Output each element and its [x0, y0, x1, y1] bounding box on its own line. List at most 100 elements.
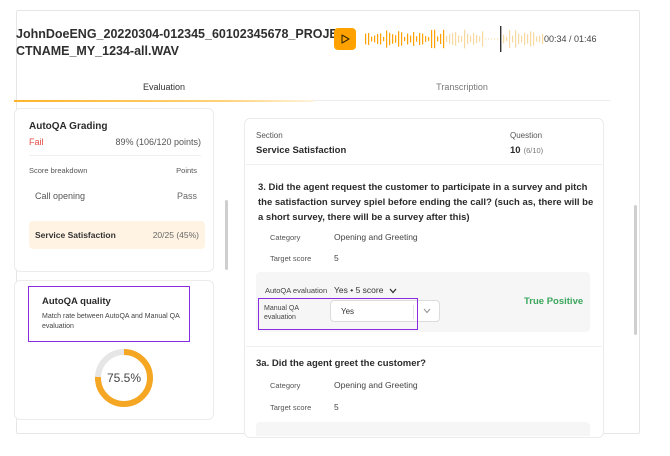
waveform-bar: [521, 35, 523, 43]
waveform-bar: [395, 35, 397, 43]
waveform-bar: [515, 30, 517, 48]
waveform-bar: [503, 34, 505, 44]
divider: [246, 164, 602, 165]
question-text: 3. Did the agent request the customer to…: [258, 182, 594, 223]
waveform-bar: [470, 35, 472, 43]
waveform-bar: [416, 36, 418, 42]
autoqa-grading-card: AutoQA Grading Fail 89% (106/120 points)…: [14, 108, 214, 272]
score-breakdown-label: Score breakdown: [29, 166, 88, 175]
tab-bar: Evaluation Transcription: [14, 73, 610, 102]
waveform-bar: [467, 33, 469, 44]
waveform-bar: [404, 36, 406, 42]
divider: [246, 346, 602, 347]
waveform-bar: [434, 29, 436, 49]
question-text-3a: 3a. Did the agent greet the customer?: [256, 358, 426, 369]
match-result: True Positive: [524, 296, 584, 307]
playhead[interactable]: [500, 26, 502, 52]
service-satisfaction-score: 20/25 (45%): [152, 230, 199, 240]
waveform-bar: [377, 34, 379, 45]
tab-evaluation[interactable]: Evaluation: [14, 73, 314, 101]
grading-title: AutoQA Grading: [29, 121, 108, 132]
target-score-value: 5: [334, 253, 339, 263]
waveform-bar: [440, 33, 442, 44]
waveform-bar: [407, 33, 409, 45]
chevron-down-icon: [423, 308, 431, 314]
audio-filename: JohnDoeENG_20220304-012345_60102345678_P…: [16, 27, 338, 58]
waveform-bar: [374, 35, 376, 43]
waveform-bar: [485, 38, 487, 40]
right-scrollbar[interactable]: [634, 205, 637, 335]
waveform-bar: [539, 35, 541, 43]
quality-percentage: 75.5%: [106, 371, 142, 385]
category-value: Opening and Greeting: [334, 232, 418, 242]
target-score-label: Target score: [270, 254, 312, 263]
waveform-bar: [533, 32, 535, 46]
waveform-bar: [383, 36, 385, 42]
autoqa-evaluation-label: AutoQA evaluation: [265, 286, 328, 295]
waveform-bar: [419, 33, 421, 45]
left-scrollbar[interactable]: [225, 200, 228, 270]
waveform-bar: [365, 33, 367, 45]
waveform-bar: [458, 35, 460, 43]
category-label: Category: [270, 233, 301, 242]
quality-title: AutoQA quality: [42, 296, 111, 307]
waveform-bar: [446, 36, 448, 42]
play-button[interactable]: [334, 28, 356, 50]
question-number-value: 10: [510, 145, 521, 156]
question-label: Question: [510, 131, 543, 140]
waveform-bar: [512, 35, 514, 43]
waveform-bar: [530, 31, 532, 47]
waveform-bar: [527, 34, 529, 44]
call-opening-score: Pass: [176, 191, 197, 201]
audio-waveform[interactable]: [364, 26, 544, 52]
waveform-bar: [476, 34, 478, 44]
category-label: Category: [270, 381, 301, 390]
waveform-bar: [368, 33, 370, 45]
play-icon: [341, 34, 350, 44]
waveform-bar: [392, 34, 394, 44]
divider: [29, 155, 201, 156]
breakdown-row-service-satisfaction[interactable]: Service Satisfaction 20/25 (45%): [29, 221, 205, 249]
question-number: 10 (6/10): [510, 145, 543, 156]
section-label: Section: [256, 131, 283, 140]
waveform-bar: [401, 32, 403, 46]
waveform-bar: [413, 32, 415, 46]
autoqa-evaluation-value: Yes • 5 score: [334, 285, 384, 295]
waveform-bar: [497, 38, 499, 40]
waveform-bar: [437, 36, 439, 42]
waveform-bar: [509, 30, 511, 48]
waveform-bar: [431, 30, 433, 48]
waveform-bar: [491, 38, 493, 40]
points-label: Points: [176, 166, 197, 175]
waveform-bar: [488, 38, 490, 40]
chevron-down-icon: [389, 288, 397, 294]
waveform-bar: [536, 36, 538, 42]
waveform-bar: [428, 37, 430, 41]
waveform-bar: [494, 38, 496, 40]
service-satisfaction-label: Service Satisfaction: [35, 230, 116, 240]
category-value: Opening and Greeting: [334, 380, 418, 390]
autoqa-evaluation-dropdown[interactable]: Yes • 5 score: [334, 285, 397, 295]
playback-time: 00:34 / 01:46: [544, 34, 597, 44]
grading-points: 89% (106/120 points): [115, 137, 201, 147]
waveform-bar: [449, 34, 451, 44]
waveform-bar: [371, 36, 373, 42]
waveform-bar: [455, 32, 457, 46]
manual-qa-highlight-box: [258, 298, 418, 330]
waveform-bar: [422, 33, 424, 45]
quality-description: Match rate between AutoQA and Manual QA …: [42, 313, 180, 330]
waveform-bar: [473, 33, 475, 45]
breakdown-row-call-opening[interactable]: Call opening: [35, 191, 85, 201]
active-tab-indicator: [14, 100, 314, 102]
waveform-bar: [425, 36, 427, 42]
waveform-bar: [389, 32, 391, 46]
waveform-bar: [524, 32, 526, 46]
waveform-bar: [380, 33, 382, 45]
tab-transcription[interactable]: Transcription: [314, 73, 610, 101]
waveform-bar: [452, 33, 454, 45]
waveform-bar: [506, 36, 508, 42]
target-score-value: 5: [334, 402, 339, 412]
waveform-bar: [386, 30, 388, 48]
evaluation-box: [256, 422, 590, 436]
waveform-bar: [461, 36, 463, 42]
